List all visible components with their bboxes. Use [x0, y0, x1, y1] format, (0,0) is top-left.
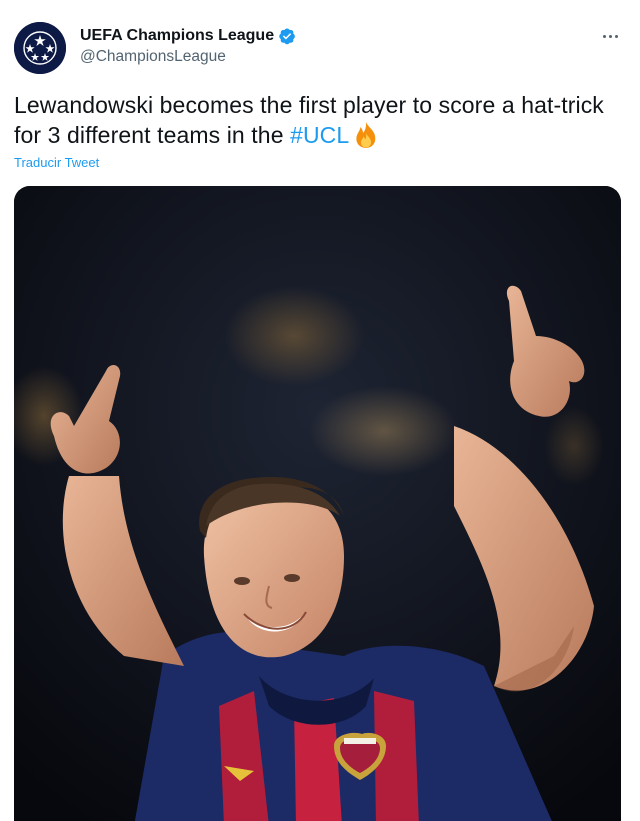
dot-icon — [608, 34, 612, 38]
display-name[interactable]: UEFA Champions League — [80, 26, 296, 46]
translate-tweet-link[interactable]: Traducir Tweet — [14, 155, 99, 170]
tweet-text: Lewandowski becomes the first player to … — [14, 90, 614, 150]
tweet-card[interactable]: UEFA Champions League @ChampionsLeague L… — [0, 0, 640, 821]
more-options-button[interactable] — [596, 24, 624, 48]
verified-badge-icon — [278, 27, 296, 45]
tweet-media-image[interactable] — [14, 186, 621, 821]
hashtag-link[interactable]: #UCL — [290, 122, 349, 148]
tweet-header: UEFA Champions League @ChampionsLeague — [14, 20, 626, 76]
name-block: UEFA Champions League @ChampionsLeague — [80, 26, 296, 67]
dot-icon — [614, 34, 618, 38]
fire-icon — [353, 121, 379, 149]
player-celebration-image — [14, 186, 621, 821]
ucl-starball-logo-icon — [14, 22, 66, 74]
avatar[interactable] — [14, 22, 66, 74]
display-name-text[interactable]: UEFA Champions League — [80, 26, 274, 46]
handle[interactable]: @ChampionsLeague — [80, 47, 296, 67]
dot-icon — [602, 34, 606, 38]
